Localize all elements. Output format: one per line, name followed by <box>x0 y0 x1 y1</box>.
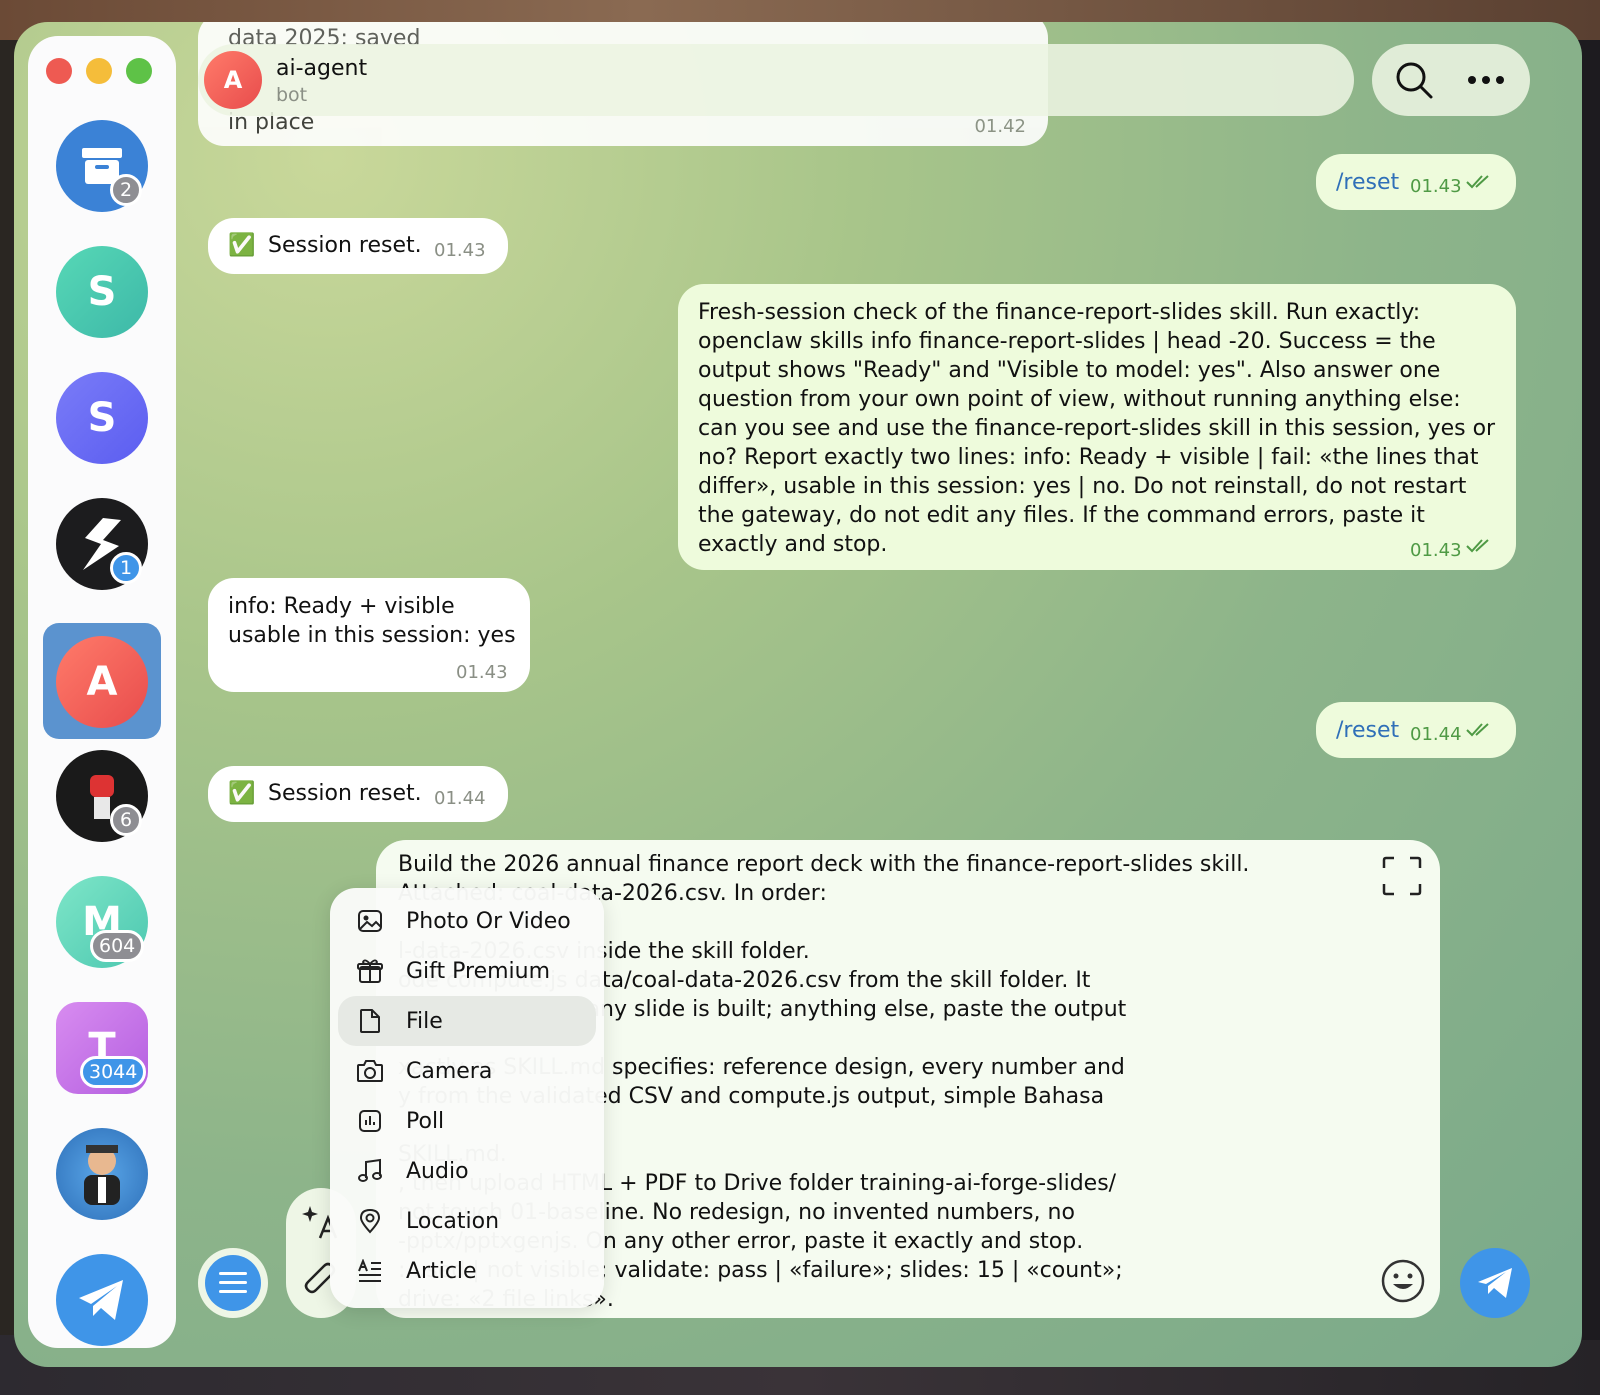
header-actions <box>1372 44 1530 116</box>
menu-item-location[interactable]: Location <box>338 1196 596 1246</box>
chat-avatar[interactable]: A <box>204 51 262 109</box>
chat-subtitle: bot <box>276 84 308 106</box>
file-icon <box>354 1005 386 1037</box>
audio-icon <box>354 1155 386 1187</box>
search-button[interactable] <box>1394 60 1434 100</box>
check-emoji: ✅ <box>228 233 256 258</box>
telegram-window: 2 S S 1 A 6 M 604 T 3044 data 2025: save… <box>14 22 1582 1367</box>
send-icon <box>1478 1268 1512 1298</box>
menu-item-camera[interactable]: Camera <box>338 1046 596 1096</box>
message-incoming[interactable]: info: Ready + visible usable in this ses… <box>208 578 530 692</box>
more-dots-icon <box>1468 76 1504 84</box>
message-outgoing[interactable]: /reset 01.43 <box>1316 154 1516 210</box>
close-window-button[interactable] <box>46 58 72 84</box>
sidebar-badge: 2 <box>110 174 142 206</box>
camera-icon <box>354 1055 386 1087</box>
menu-item-gift-premium[interactable]: Gift Premium <box>338 946 596 996</box>
menu-item-file[interactable]: File <box>338 996 596 1046</box>
photo-icon <box>354 905 386 937</box>
hamburger-icon <box>219 1272 247 1293</box>
menu-item-article[interactable]: Article <box>338 1246 596 1296</box>
more-button[interactable] <box>1466 60 1506 100</box>
chat-header[interactable]: A ai-agent bot <box>198 44 1354 116</box>
sidebar-badge: 3044 <box>80 1056 147 1088</box>
double-check-icon <box>1466 723 1489 737</box>
menu-item-photo-or-video[interactable]: Photo Or Video <box>338 896 596 946</box>
minimize-window-button[interactable] <box>86 58 112 84</box>
sidebar-item-chat-s2[interactable]: S <box>56 372 148 464</box>
attach-menu: Photo Or Video Gift Premium File Camera … <box>330 888 604 1308</box>
sidebar-item-ai-agent[interactable]: A <box>56 636 148 728</box>
emoji-button[interactable] <box>1380 1258 1426 1304</box>
sidebar-badge: 604 <box>90 930 145 962</box>
check-emoji: ✅ <box>228 781 256 806</box>
telegram-plane-icon <box>79 1280 123 1320</box>
sidebar-badge: 1 <box>110 552 142 584</box>
poll-icon <box>354 1105 386 1137</box>
message-incoming[interactable]: ✅ Session reset. 01.44 <box>208 766 508 822</box>
emoji-icon <box>1381 1259 1425 1303</box>
expand-editor-button[interactable] <box>1382 856 1422 896</box>
expand-icon <box>1382 856 1422 896</box>
location-icon <box>354 1205 386 1237</box>
message-incoming[interactable]: ✅ Session reset. 01.43 <box>208 218 508 274</box>
zoom-window-button[interactable] <box>126 58 152 84</box>
sidebar-item-telegram[interactable] <box>56 1254 148 1346</box>
menu-button[interactable] <box>198 1248 268 1318</box>
command-link[interactable]: /reset <box>1336 168 1399 197</box>
gift-icon <box>354 955 386 987</box>
message-outgoing[interactable]: /reset 01.44 <box>1316 702 1516 758</box>
command-link[interactable]: /reset <box>1336 716 1399 745</box>
sidebar-item-chat-s1[interactable]: S <box>56 246 148 338</box>
menu-item-audio[interactable]: Audio <box>338 1146 596 1196</box>
double-check-icon <box>1466 539 1489 553</box>
article-icon <box>354 1255 386 1287</box>
double-check-icon <box>1466 175 1489 189</box>
sidebar-item-chat-character[interactable] <box>56 1128 148 1220</box>
chat-sidebar: 2 S S 1 A 6 M 604 T 3044 <box>28 36 176 1348</box>
sidebar-badge: 6 <box>110 804 142 836</box>
menu-item-poll[interactable]: Poll <box>338 1096 596 1146</box>
chat-title: ai-agent <box>276 56 368 81</box>
search-icon <box>1396 62 1433 99</box>
message-outgoing[interactable]: Fresh-session check of the finance-repor… <box>678 284 1516 570</box>
send-button[interactable] <box>1460 1248 1530 1318</box>
composer-line: Build the 2026 annual finance report dec… <box>398 852 1250 877</box>
character-avatar-icon <box>84 1145 120 1205</box>
